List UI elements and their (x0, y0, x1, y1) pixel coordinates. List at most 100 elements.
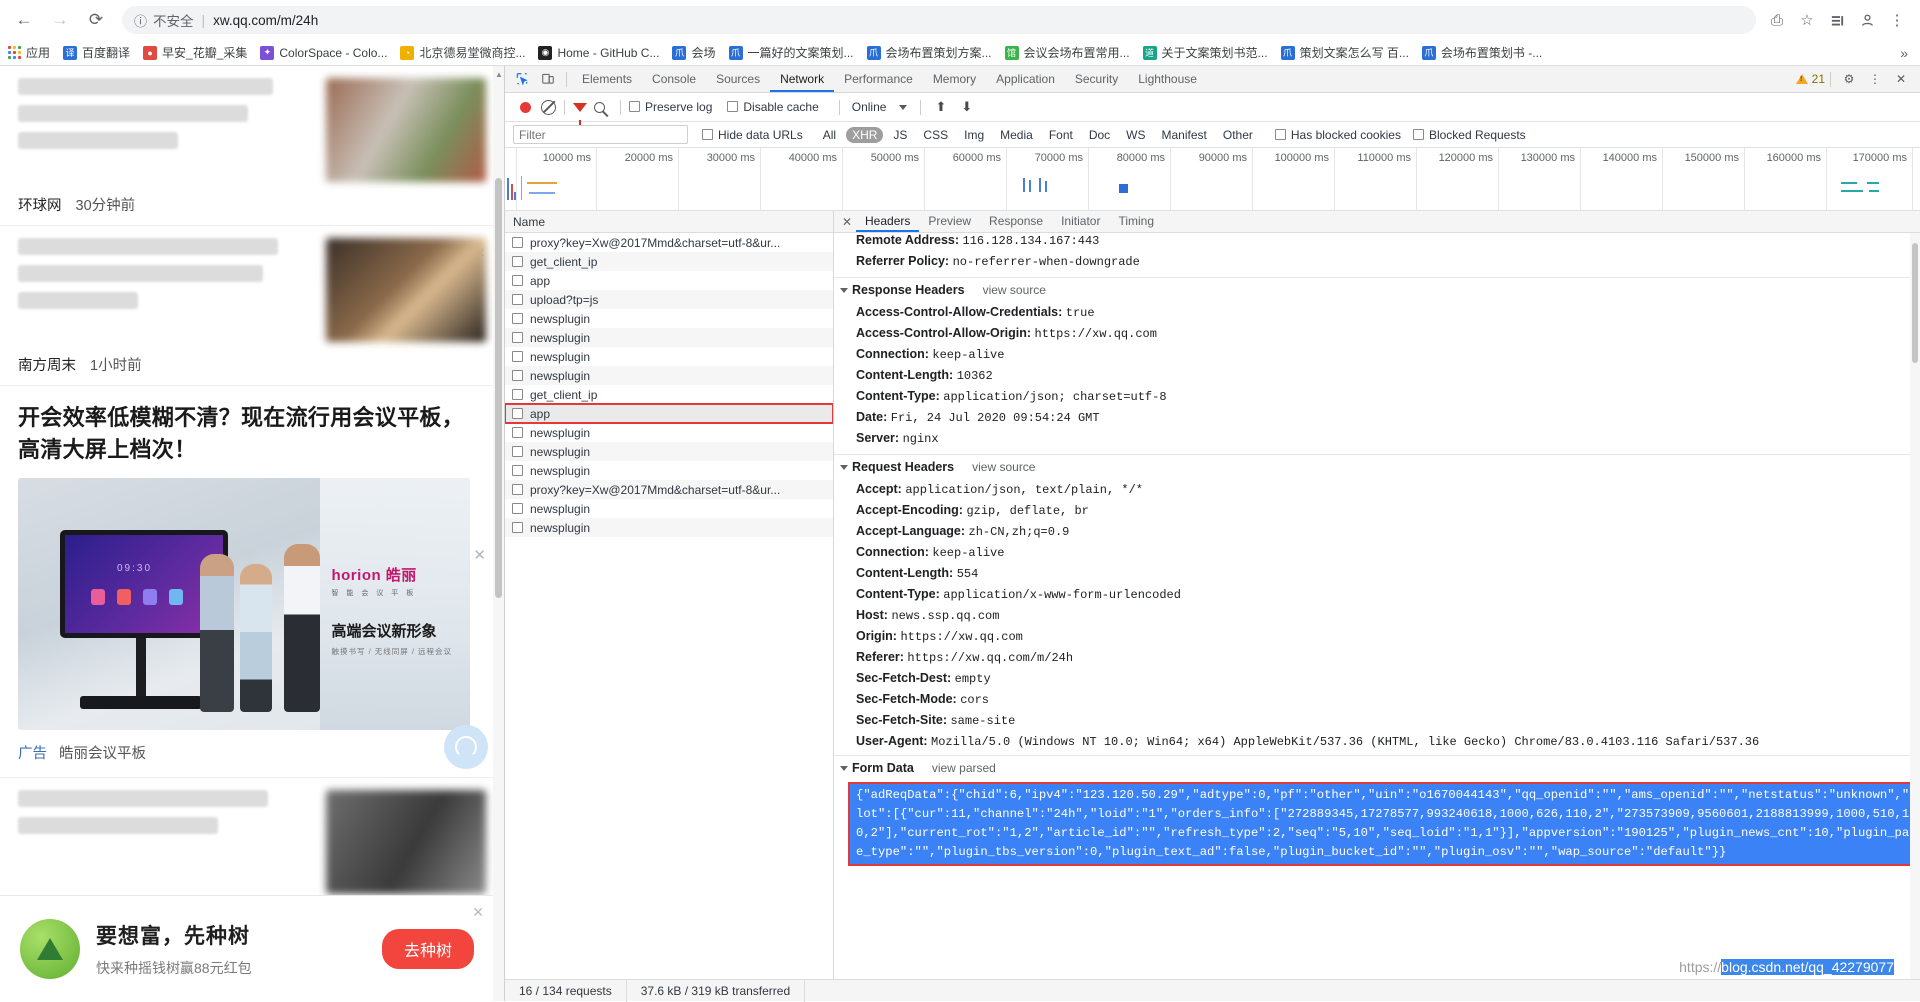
filter-type-js[interactable]: JS (887, 127, 913, 143)
disable-cache-checkbox[interactable]: Disable cache (727, 100, 819, 114)
bottom-ad-close-icon[interactable]: ✕ (472, 904, 484, 921)
ad-card[interactable]: 开会效率低模糊不清？现在流行用会议平板，高清大屏上档次！ 09:30 horio… (0, 386, 504, 778)
table-row-selected[interactable]: app (505, 403, 833, 424)
detail-tab-initiator[interactable]: Initiator (1052, 211, 1109, 232)
bookmark-item[interactable]: 译百度翻译 (63, 44, 130, 61)
page-scrollbar[interactable]: ▲ (493, 66, 504, 1001)
filter-type-img[interactable]: Img (958, 127, 990, 143)
bookmark-item[interactable]: 爪会场布置策划书 -... (1421, 44, 1542, 61)
has-blocked-cookies-checkbox[interactable]: Has blocked cookies (1274, 128, 1401, 142)
table-row[interactable]: newsplugin (505, 442, 833, 461)
profile-icon[interactable] (1852, 5, 1882, 35)
bookmark-item[interactable]: 爪会场 (672, 44, 716, 61)
address-bar[interactable]: ⓘ 不安全 | xw.qq.com/m/24h (122, 6, 1756, 34)
checkbox-box[interactable] (727, 101, 739, 112)
close-detail-icon[interactable]: ✕ (838, 213, 856, 231)
table-row[interactable]: get_client_ip (505, 385, 833, 404)
chevron-down-icon[interactable] (840, 464, 848, 470)
filter-input[interactable] (513, 125, 688, 144)
row-checkbox[interactable] (512, 465, 523, 476)
bookmark-item[interactable]: ● 早安_花瓣_采集 (143, 44, 247, 61)
checkbox-box[interactable] (629, 101, 640, 112)
chevron-down-icon[interactable] (840, 287, 848, 293)
more-options-icon[interactable]: ⋮ (1862, 67, 1888, 92)
filter-type-css[interactable]: CSS (917, 127, 954, 143)
filter-type-doc[interactable]: Doc (1083, 127, 1116, 143)
export-har-icon[interactable]: ⬇ (961, 99, 972, 115)
device-toolbar-icon[interactable] (535, 67, 561, 92)
table-row[interactable]: upload?tp=js (505, 290, 833, 309)
site-info-icon[interactable]: ⓘ (134, 11, 147, 30)
table-row[interactable]: newsplugin (505, 347, 833, 366)
news-item[interactable] (0, 778, 504, 905)
row-checkbox[interactable] (512, 237, 523, 248)
refresh-fab-button[interactable] (444, 725, 488, 769)
chevron-down-icon[interactable] (899, 104, 908, 110)
request-list-header[interactable]: Name (505, 211, 833, 233)
response-headers-section[interactable]: Response Headers view source (834, 277, 1920, 302)
table-row[interactable]: proxy?key=Xw@2017Mmd&charset=utf-8&ur... (505, 233, 833, 252)
page-scrollbar-thumb[interactable] (495, 178, 502, 598)
filter-type-all[interactable]: All (817, 127, 842, 143)
preserve-log-checkbox[interactable]: Preserve log (629, 100, 712, 114)
forward-icon[interactable]: → (44, 4, 76, 36)
tab-sources[interactable]: Sources (706, 66, 770, 92)
hide-data-urls-checkbox[interactable]: Hide data URLs (702, 128, 803, 142)
bookmark-item[interactable]: ✦ ColorSpace - Colo... (260, 45, 387, 60)
record-button[interactable] (520, 101, 531, 113)
tab-network[interactable]: Network (770, 66, 835, 92)
network-overview-timeline[interactable]: 10000 ms 20000 ms 30000 ms 40000 ms 5000… (505, 148, 1920, 211)
table-row[interactable]: app (505, 271, 833, 290)
menu-icon[interactable]: ⋮ (1882, 5, 1912, 35)
tab-console[interactable]: Console (642, 66, 706, 92)
filter-icon[interactable] (573, 102, 587, 125)
row-checkbox[interactable] (512, 389, 523, 400)
detail-tab-preview[interactable]: Preview (919, 211, 980, 232)
share-icon[interactable]: ⎙ (1762, 5, 1792, 35)
bookmark-item[interactable]: 道关于文案策划书范... (1142, 44, 1268, 61)
bookmark-item[interactable]: ◔ 北京德易堂微商控... (400, 44, 525, 61)
detail-tab-headers[interactable]: Headers (856, 211, 920, 232)
detail-tab-response[interactable]: Response (980, 211, 1052, 232)
news-item[interactable]: 环球网 30分钟前 ✕ (0, 66, 504, 262)
row-checkbox[interactable] (512, 446, 523, 457)
extensions-icon[interactable] (1822, 5, 1852, 35)
row-checkbox[interactable] (512, 484, 523, 495)
chevron-down-icon[interactable] (840, 765, 848, 771)
tab-performance[interactable]: Performance (834, 66, 923, 92)
row-checkbox[interactable] (512, 256, 523, 267)
view-source-link[interactable]: view source (983, 283, 1046, 297)
tab-memory[interactable]: Memory (923, 66, 986, 92)
filter-type-media[interactable]: Media (994, 127, 1039, 143)
blocked-requests-checkbox[interactable]: Blocked Requests (1412, 128, 1526, 142)
inspect-element-icon[interactable] (509, 67, 535, 92)
request-headers-section[interactable]: Request Headers view source (834, 454, 1920, 479)
view-source-link[interactable]: view source (972, 460, 1035, 474)
form-data-section[interactable]: Form Data view parsed (834, 755, 1920, 780)
bookmark-item[interactable]: 爪策划文案怎么写 百... (1280, 44, 1409, 61)
clear-button[interactable] (541, 99, 556, 115)
row-checkbox[interactable] (512, 351, 523, 362)
throttle-select[interactable]: Online (852, 100, 887, 114)
scroll-up-arrow-icon[interactable]: ▲ (495, 70, 503, 79)
table-row[interactable]: newsplugin (505, 423, 833, 442)
reload-icon[interactable]: ⟳ (80, 4, 112, 36)
row-checkbox[interactable] (512, 522, 523, 533)
bookmark-item[interactable]: ◉ Home - GitHub C... (538, 45, 659, 60)
tab-security[interactable]: Security (1065, 66, 1128, 92)
detail-tab-timing[interactable]: Timing (1109, 211, 1163, 232)
news-item[interactable]: 南方周末 1小时前 ✕ (0, 226, 504, 564)
row-checkbox[interactable] (512, 427, 523, 438)
row-checkbox[interactable] (512, 332, 523, 343)
row-checkbox[interactable] (512, 370, 523, 381)
row-checkbox[interactable] (512, 408, 523, 419)
bookmark-item[interactable]: 馆会议会场布置常用... (1004, 44, 1130, 61)
detail-scrollbar[interactable] (1910, 233, 1920, 979)
checkbox-box[interactable] (1274, 128, 1286, 140)
gear-icon[interactable]: ⚙ (1836, 67, 1862, 92)
search-icon[interactable] (594, 101, 605, 113)
import-har-icon[interactable]: ⬆ (935, 99, 946, 115)
filter-type-font[interactable]: Font (1043, 127, 1079, 143)
table-row[interactable]: newsplugin (505, 518, 833, 537)
table-row[interactable]: newsplugin (505, 499, 833, 518)
